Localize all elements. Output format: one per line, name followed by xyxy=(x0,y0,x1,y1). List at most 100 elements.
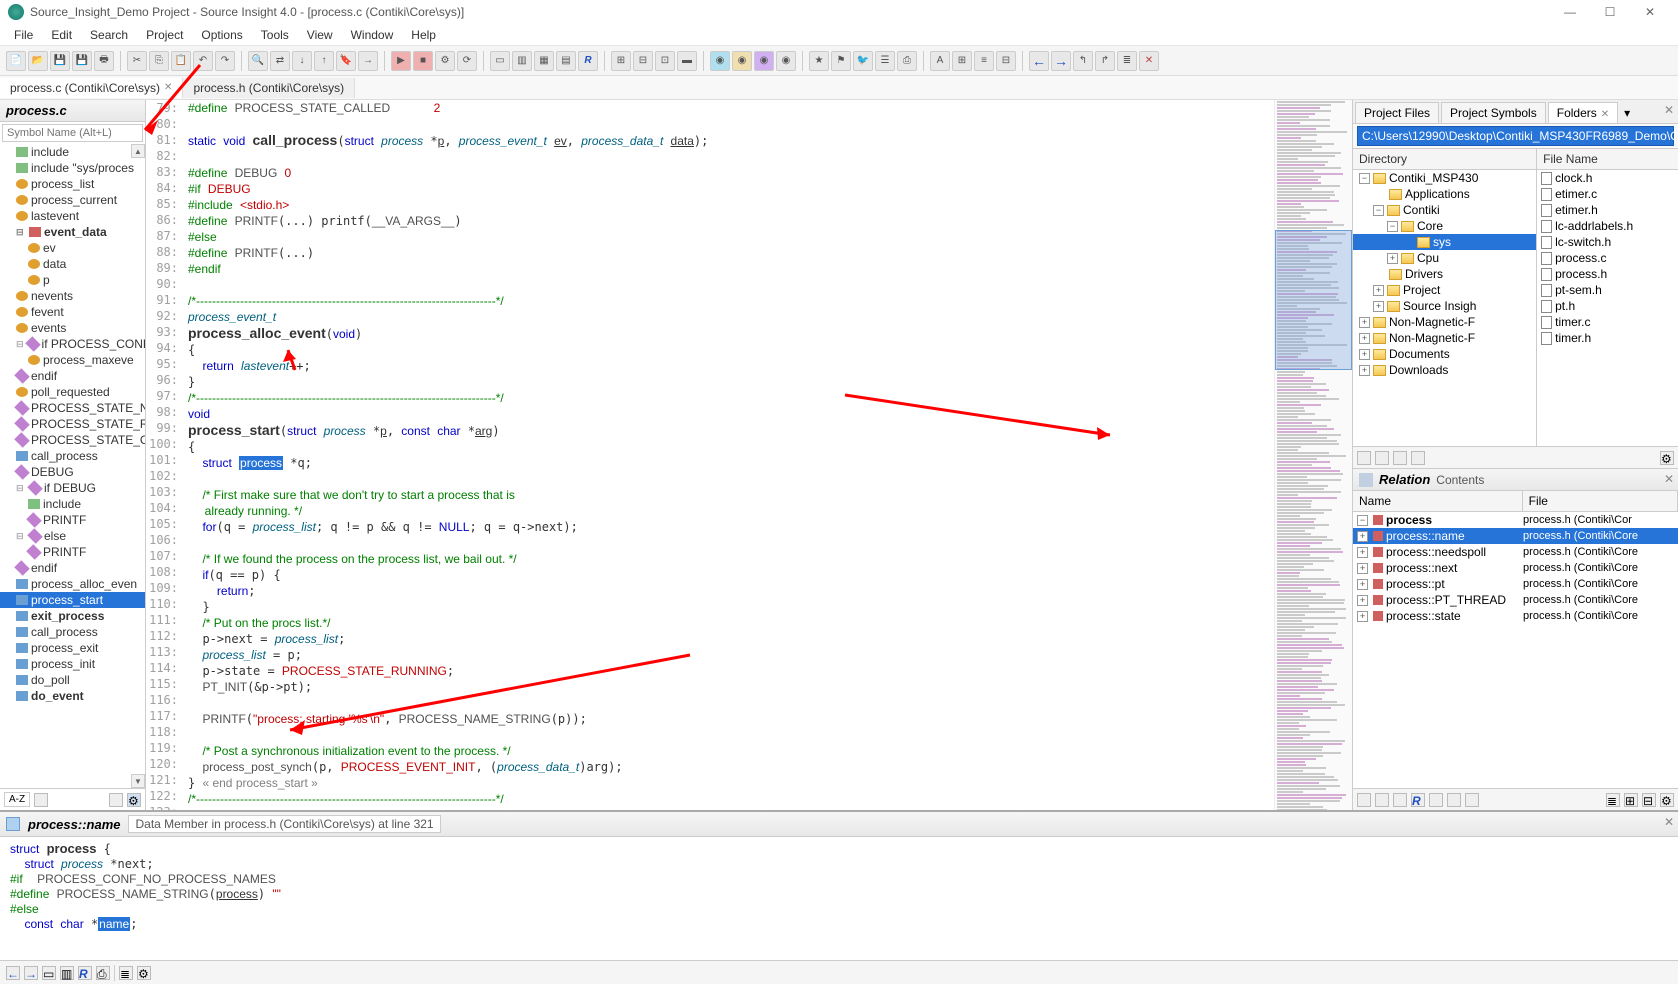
tool-find-icon[interactable]: 🔍 xyxy=(248,51,268,71)
symbol-item[interactable]: ⊟if PROCESS_CONF_S xyxy=(0,336,145,352)
tool-window3-icon[interactable]: ▦ xyxy=(534,51,554,71)
tool-text2-icon[interactable]: ⊞ xyxy=(952,51,972,71)
menu-tools[interactable]: Tools xyxy=(253,26,297,44)
tool-bird-icon[interactable]: 🐦 xyxy=(853,51,873,71)
tool-copy-icon[interactable]: ⎘ xyxy=(149,51,169,71)
symbol-item[interactable]: exit_process xyxy=(0,608,145,624)
status-tool4-icon[interactable]: ≣ xyxy=(119,966,133,980)
file-item[interactable]: lc-addrlabels.h xyxy=(1537,218,1678,234)
menu-window[interactable]: Window xyxy=(343,26,402,44)
symbol-item[interactable]: poll_requested xyxy=(0,384,145,400)
directory-item[interactable]: −Contiki_MSP430 xyxy=(1353,170,1536,186)
relation-item[interactable]: +process::nextprocess.h (Contiki\Core xyxy=(1353,560,1678,576)
relation-item[interactable]: +process::PT_THREADprocess.h (Contiki\Co… xyxy=(1353,592,1678,608)
rel-tool1-icon[interactable] xyxy=(1357,793,1371,807)
rel-col-file[interactable]: File xyxy=(1523,491,1678,511)
tool-stop-icon[interactable]: ■ xyxy=(413,51,433,71)
file-item[interactable]: lc-switch.h xyxy=(1537,234,1678,250)
symbol-item[interactable]: do_poll xyxy=(0,672,145,688)
tab-dropdown-icon[interactable]: ▾ xyxy=(1618,103,1636,123)
rel-settings-icon[interactable]: ⚙ xyxy=(1660,793,1674,807)
folder-tool1-icon[interactable] xyxy=(1357,451,1371,465)
tool-highlight3-icon[interactable]: ◉ xyxy=(754,51,774,71)
symbol-item[interactable]: do_event xyxy=(0,688,145,704)
tool-window2-icon[interactable]: ▥ xyxy=(512,51,532,71)
tool-split3-icon[interactable]: ⊡ xyxy=(655,51,675,71)
menu-view[interactable]: View xyxy=(299,26,341,44)
rel-ref-icon[interactable]: R xyxy=(1411,793,1425,807)
directory-item[interactable]: −Core xyxy=(1353,218,1536,234)
tab-folders[interactable]: Folders✕ xyxy=(1548,102,1618,123)
symbol-item[interactable]: include xyxy=(0,496,145,512)
tool-nav3-icon[interactable]: ≣ xyxy=(1117,51,1137,71)
status-ref-icon[interactable]: R xyxy=(78,966,92,980)
tool-misc3-icon[interactable]: ☰ xyxy=(875,51,895,71)
tool-goto-icon[interactable]: → xyxy=(358,51,378,71)
status-settings-icon[interactable]: ⚙ xyxy=(137,966,151,980)
symbol-item[interactable]: endif xyxy=(0,368,145,384)
file-item[interactable]: clock.h xyxy=(1537,170,1678,186)
status-back-icon[interactable]: ← xyxy=(6,966,20,980)
menu-help[interactable]: Help xyxy=(403,26,444,44)
tool-findnext-icon[interactable]: ↓ xyxy=(292,51,312,71)
directory-item[interactable]: +Cpu xyxy=(1353,250,1536,266)
scroll-down-icon[interactable]: ▼ xyxy=(131,774,145,788)
tool-text1-icon[interactable]: A xyxy=(930,51,950,71)
sort-az-button[interactable]: A-Z xyxy=(4,792,30,807)
symbol-item[interactable]: process_start xyxy=(0,592,145,608)
tool-redo-icon[interactable]: ↷ xyxy=(215,51,235,71)
symbol-list[interactable]: ▲ ▼ include include "sys/procesprocess_l… xyxy=(0,144,145,788)
relation-item[interactable]: −processprocess.h (Contiki\Cor xyxy=(1353,512,1678,528)
tool-split2-icon[interactable]: ⊟ xyxy=(633,51,653,71)
context-code[interactable]: struct process { struct process *next; #… xyxy=(0,837,1678,960)
tool-misc1-icon[interactable]: ★ xyxy=(809,51,829,71)
minimize-button[interactable]: — xyxy=(1550,5,1590,19)
tool-forward-icon[interactable]: → xyxy=(1051,51,1071,71)
status-tool2-icon[interactable]: ▥ xyxy=(60,966,74,980)
symbol-item[interactable]: process_exit xyxy=(0,640,145,656)
menu-edit[interactable]: Edit xyxy=(43,26,80,44)
symbol-item[interactable]: process_init xyxy=(0,656,145,672)
tab-process-h[interactable]: process.h (Contiki\Core\sys) xyxy=(183,78,355,98)
directory-item[interactable]: +Non-Magnetic-F xyxy=(1353,330,1536,346)
tool-split1-icon[interactable]: ⊞ xyxy=(611,51,631,71)
file-item[interactable]: etimer.h xyxy=(1537,202,1678,218)
tool-bookmark-icon[interactable]: 🔖 xyxy=(336,51,356,71)
tool-print-icon[interactable]: 🖶 xyxy=(94,51,114,71)
relation-item[interactable]: +process::needspollprocess.h (Contiki\Co… xyxy=(1353,544,1678,560)
symbol-item[interactable]: events xyxy=(0,320,145,336)
directory-item[interactable]: −Contiki xyxy=(1353,202,1536,218)
file-item[interactable]: pt-sem.h xyxy=(1537,282,1678,298)
menu-file[interactable]: File xyxy=(6,26,41,44)
menu-search[interactable]: Search xyxy=(82,26,136,44)
rel-tool3-icon[interactable] xyxy=(1393,793,1407,807)
tool-highlight2-icon[interactable]: ◉ xyxy=(732,51,752,71)
directory-item[interactable]: Drivers xyxy=(1353,266,1536,282)
symbol-item[interactable]: ⊟if DEBUG xyxy=(0,480,145,496)
relation-close-icon[interactable]: ✕ xyxy=(1664,472,1674,486)
file-item[interactable]: timer.c xyxy=(1537,314,1678,330)
scroll-up-icon[interactable]: ▲ xyxy=(131,144,145,158)
file-item[interactable]: timer.h xyxy=(1537,330,1678,346)
symbol-item[interactable]: PROCESS_STATE_N xyxy=(0,400,145,416)
symbol-tool2-icon[interactable] xyxy=(109,793,123,807)
tool-replace-icon[interactable]: ⇄ xyxy=(270,51,290,71)
tool-save-icon[interactable]: 💾 xyxy=(50,51,70,71)
symbol-tool1-icon[interactable] xyxy=(34,793,48,807)
symbol-item[interactable]: PRINTF xyxy=(0,512,145,528)
symbol-search-input[interactable] xyxy=(2,124,143,142)
menu-options[interactable]: Options xyxy=(193,26,250,44)
symbol-item[interactable]: endif xyxy=(0,560,145,576)
folder-tool2-icon[interactable] xyxy=(1375,451,1389,465)
maximize-button[interactable]: ☐ xyxy=(1590,5,1630,19)
tool-new-icon[interactable]: 📄 xyxy=(6,51,26,71)
tool-paste-icon[interactable]: 📋 xyxy=(171,51,191,71)
tool-split4-icon[interactable]: ▬ xyxy=(677,51,697,71)
rel-tree1-icon[interactable]: ≣ xyxy=(1606,793,1620,807)
code-content[interactable]: #define PROCESS_STATE_CALLED 2 static vo… xyxy=(184,100,1274,810)
tool-ref-icon[interactable]: R xyxy=(578,51,598,71)
symbol-item[interactable]: process_list xyxy=(0,176,145,192)
directory-item[interactable]: +Downloads xyxy=(1353,362,1536,378)
file-item[interactable]: process.c xyxy=(1537,250,1678,266)
tool-window1-icon[interactable]: ▭ xyxy=(490,51,510,71)
